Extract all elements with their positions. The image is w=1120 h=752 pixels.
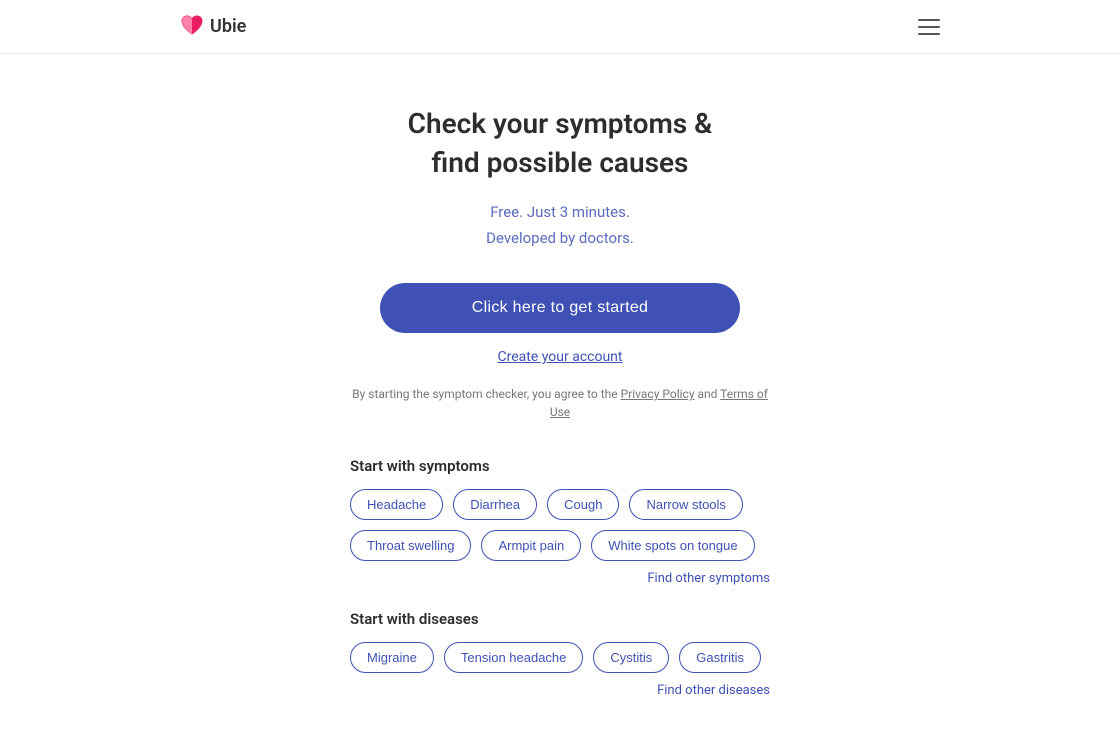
logo-text: Ubie xyxy=(210,16,246,37)
find-other-diseases-link[interactable]: Find other diseases xyxy=(350,683,770,698)
pill-cystitis[interactable]: Cystitis xyxy=(593,642,669,673)
pill-migraine[interactable]: Migraine xyxy=(350,642,434,673)
symptoms-section-title: Start with symptoms xyxy=(350,457,770,475)
cta-button[interactable]: Click here to get started xyxy=(380,283,740,333)
symptoms-pills-row-1: Headache Diarrhea Cough Narrow stools xyxy=(350,489,770,520)
diseases-section: Start with diseases Migraine Tension hea… xyxy=(350,610,770,702)
diseases-pills-row: Migraine Tension headache Cystitis Gastr… xyxy=(350,642,770,673)
headline: Check your symptoms & find possible caus… xyxy=(408,104,713,182)
pill-cough[interactable]: Cough xyxy=(547,489,619,520)
pill-diarrhea[interactable]: Diarrhea xyxy=(453,489,537,520)
hamburger-menu-button[interactable] xyxy=(918,19,940,35)
pill-tension-headache[interactable]: Tension headache xyxy=(444,642,584,673)
pill-white-spots[interactable]: White spots on tongue xyxy=(591,530,754,561)
symptoms-section: Start with symptoms Headache Diarrhea Co… xyxy=(350,457,770,590)
pill-gastritis[interactable]: Gastritis xyxy=(679,642,761,673)
find-other-symptoms-link[interactable]: Find other symptoms xyxy=(350,571,770,586)
symptoms-pills-row-2: Throat swelling Armpit pain White spots … xyxy=(350,530,770,561)
privacy-policy-link[interactable]: Privacy Policy xyxy=(621,387,695,401)
pill-headache[interactable]: Headache xyxy=(350,489,443,520)
diseases-section-title: Start with diseases xyxy=(350,610,770,628)
header: Ubie xyxy=(0,0,1120,54)
pill-armpit-pain[interactable]: Armpit pain xyxy=(481,530,581,561)
subtext: Free. Just 3 minutes. Developed by docto… xyxy=(486,200,634,251)
create-account-link[interactable]: Create your account xyxy=(498,349,623,365)
logo-area: Ubie xyxy=(180,14,246,39)
heart-icon xyxy=(180,14,204,39)
pill-narrow-stools[interactable]: Narrow stools xyxy=(629,489,742,520)
pill-throat-swelling[interactable]: Throat swelling xyxy=(350,530,471,561)
main-content: Check your symptoms & find possible caus… xyxy=(0,54,1120,752)
terms-text: By starting the symptom checker, you agr… xyxy=(350,385,770,421)
